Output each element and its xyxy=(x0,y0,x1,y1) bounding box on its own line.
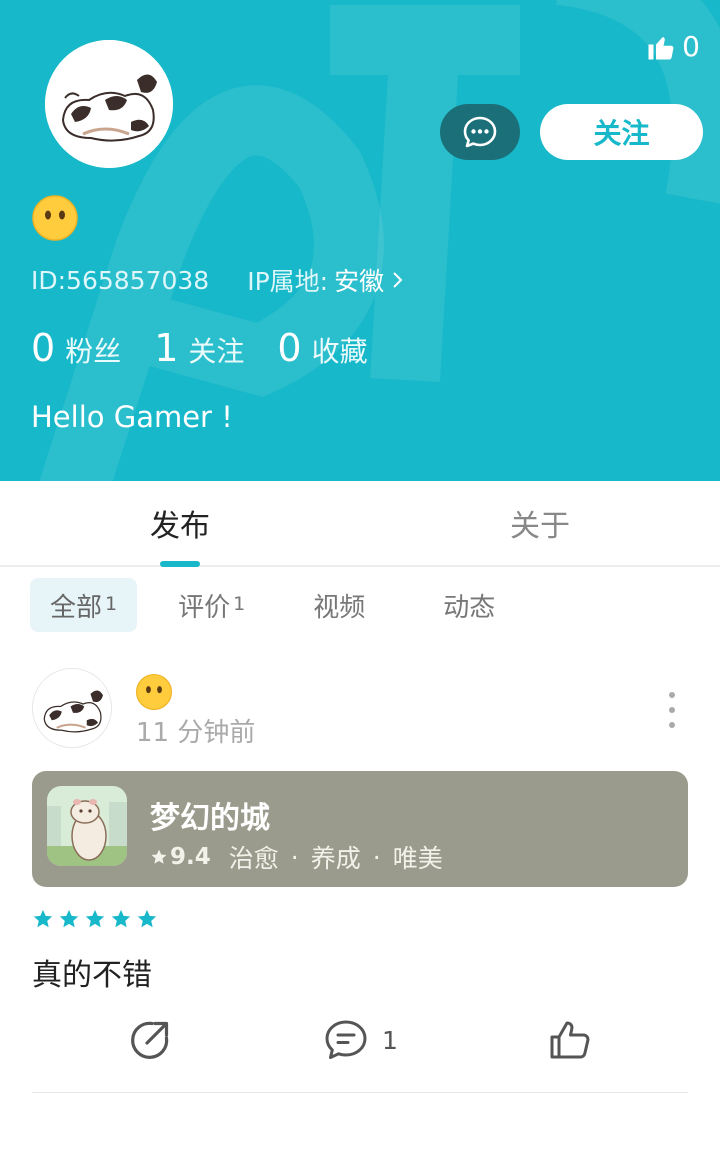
filter-label: 动态 xyxy=(443,592,496,623)
id-row: ID:565857038 IP属地: 安徽 xyxy=(31,262,406,298)
filter-reviews[interactable]: 评价 1 xyxy=(178,578,245,632)
stat-label: 关注 xyxy=(188,335,245,368)
ip-label: IP属地: xyxy=(247,267,329,296)
stat-label: 收藏 xyxy=(311,335,368,368)
post-author-avatar[interactable] xyxy=(32,668,112,748)
follow-button[interactable]: 关注 xyxy=(540,104,703,160)
rating-star-icon xyxy=(85,909,105,928)
game-tag: 唯美 xyxy=(392,844,443,873)
likes-count: 0 xyxy=(682,30,700,63)
thumbs-up-icon xyxy=(648,36,674,59)
active-tab-indicator xyxy=(160,561,200,567)
game-icon xyxy=(47,786,127,866)
stat-favorites[interactable]: 0 收藏 xyxy=(277,326,367,370)
chat-bubble-icon xyxy=(463,116,497,148)
likes-counter[interactable]: 0 xyxy=(646,30,700,63)
stat-following[interactable]: 1 关注 xyxy=(154,326,244,370)
user-avatar[interactable] xyxy=(45,40,173,168)
tag-separator: · xyxy=(290,842,299,872)
comment-count: 1 xyxy=(382,1025,398,1055)
stat-fans[interactable]: 0 粉丝 xyxy=(31,326,121,370)
filter-videos[interactable]: 视频 xyxy=(313,578,365,632)
filter-chips: 全部 1 评价 1 视频 动态 xyxy=(30,578,495,632)
like-button[interactable] xyxy=(548,1018,592,1062)
game-card[interactable]: 梦幻的城 9.4 治愈 · 养成 · 唯美 xyxy=(32,771,688,887)
author-nickname-emoji-icon xyxy=(135,673,173,711)
filter-label: 评价 xyxy=(178,592,231,623)
cow-cat-illustration xyxy=(33,669,111,747)
nickname-emoji-icon xyxy=(32,195,78,241)
rating-star-icon xyxy=(111,909,131,928)
cow-cat-illustration xyxy=(45,40,173,168)
stat-number: 0 xyxy=(31,326,56,370)
filter-label: 视频 xyxy=(313,592,366,623)
post-timestamp: 11 分钟前 xyxy=(136,718,256,748)
game-tag: 治愈 xyxy=(228,844,279,873)
user-id: ID:565857038 xyxy=(31,265,210,295)
filter-count: 1 xyxy=(105,593,118,615)
share-icon xyxy=(131,1021,169,1059)
tab-posts[interactable]: 发布 xyxy=(0,481,360,565)
profile-header: 0 关注 ID:565857038 IP属地: 安徽 0 粉丝 1 关注 0 收… xyxy=(0,0,720,481)
tab-about[interactable]: 关于 xyxy=(360,481,720,565)
user-bio: Hello Gamer ! xyxy=(31,400,233,434)
post-actions: 1 xyxy=(32,1018,688,1068)
rating-star-icon xyxy=(137,909,157,928)
main-tabs: 发布 关于 xyxy=(0,481,720,567)
stat-label: 粉丝 xyxy=(65,335,122,368)
stats-row: 0 粉丝 1 关注 0 收藏 xyxy=(31,326,401,370)
game-score: 9.4 xyxy=(170,844,211,870)
message-button[interactable] xyxy=(440,104,520,160)
filter-count: 1 xyxy=(233,593,246,615)
game-meta: 9.4 治愈 · 养成 · 唯美 xyxy=(150,839,443,875)
comment-button[interactable]: 1 xyxy=(324,1018,398,1062)
game-title: 梦幻的城 xyxy=(150,801,270,836)
rating-stars xyxy=(32,908,158,930)
filter-all[interactable]: 全部 1 xyxy=(30,578,138,632)
filter-label: 全部 xyxy=(50,592,103,623)
ip-location: 安徽 xyxy=(334,267,385,296)
thumbs-up-icon xyxy=(550,1021,590,1059)
stat-number: 0 xyxy=(277,326,302,370)
comment-icon xyxy=(325,1020,367,1059)
post-divider xyxy=(32,1092,688,1093)
game-artwork xyxy=(47,786,127,866)
share-button[interactable] xyxy=(128,1018,172,1062)
review-text: 真的不错 xyxy=(32,958,152,993)
ip-location-link[interactable]: IP属地: 安徽 xyxy=(247,262,406,298)
chevron-right-icon xyxy=(393,272,403,288)
star-icon xyxy=(151,849,167,864)
filter-moments[interactable]: 动态 xyxy=(443,578,495,632)
tag-separator: · xyxy=(372,842,381,872)
rating-star-icon xyxy=(59,909,79,928)
more-options-icon[interactable] xyxy=(664,692,680,728)
game-tag: 养成 xyxy=(310,844,361,873)
stat-number: 1 xyxy=(154,326,179,370)
rating-star-icon xyxy=(33,909,53,928)
